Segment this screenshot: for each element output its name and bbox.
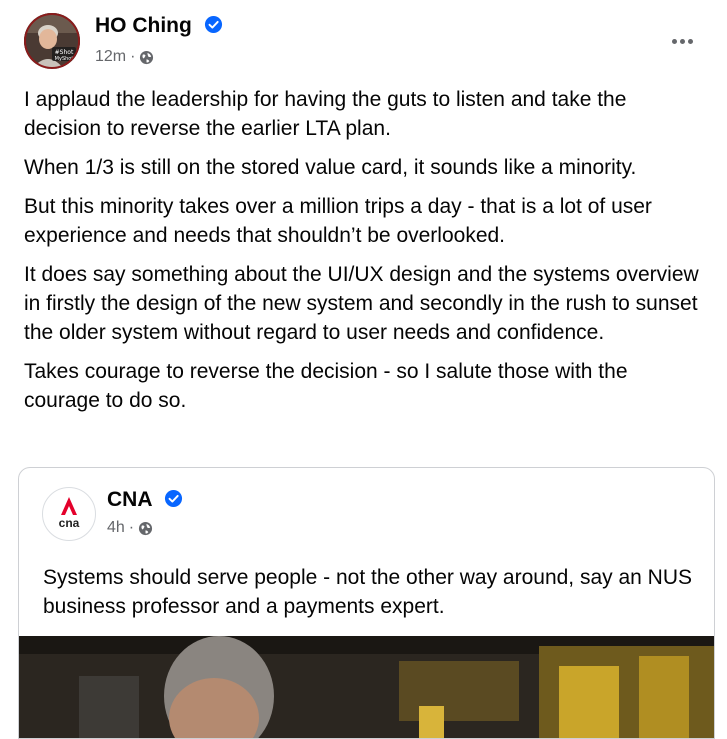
more-options-button[interactable] bbox=[664, 28, 700, 54]
meta-separator: · bbox=[128, 519, 135, 536]
dot-icon bbox=[671, 38, 677, 44]
meta-separator: · bbox=[130, 48, 136, 65]
author-avatar[interactable]: #Shot MyShot bbox=[24, 13, 80, 69]
post-meta: 12m · bbox=[95, 48, 154, 66]
shared-post-photo[interactable] bbox=[19, 636, 714, 738]
cna-logo-text: cna bbox=[59, 516, 80, 530]
globe-icon[interactable] bbox=[138, 521, 153, 536]
svg-text:#Shot: #Shot bbox=[55, 49, 74, 56]
author-name-row[interactable]: HO Ching bbox=[95, 14, 223, 38]
shared-post-card[interactable]: cna CNA 4h · Systems should serve people… bbox=[18, 467, 715, 739]
globe-icon[interactable] bbox=[139, 50, 154, 65]
shared-post-text: Systems should serve people - not the ot… bbox=[43, 566, 693, 618]
dot-icon bbox=[679, 38, 685, 44]
shared-post-timestamp[interactable]: 4h bbox=[107, 519, 125, 537]
post-body: I applaud the leadership for having the … bbox=[24, 85, 704, 425]
post-paragraph: It does say something about the UI/UX de… bbox=[24, 263, 699, 344]
cna-avatar[interactable]: cna bbox=[42, 487, 96, 541]
shared-post-image bbox=[19, 636, 714, 738]
verified-badge-icon bbox=[204, 15, 222, 34]
author-name[interactable]: HO Ching bbox=[95, 14, 192, 37]
post-paragraph: But this minority takes over a million t… bbox=[24, 195, 652, 247]
facebook-post: #Shot MyShot HO Ching 12m · I applaud th… bbox=[0, 0, 727, 739]
dot-icon bbox=[687, 38, 693, 44]
shared-author-row[interactable]: CNA bbox=[107, 488, 183, 512]
post-timestamp[interactable]: 12m bbox=[95, 48, 126, 66]
post-paragraph: I applaud the leadership for having the … bbox=[24, 88, 627, 140]
post-paragraph: Takes courage to reverse the decision - … bbox=[24, 360, 628, 412]
post-paragraph: When 1/3 is still on the stored value ca… bbox=[24, 156, 637, 179]
cna-logo-icon: cna bbox=[59, 497, 80, 530]
shared-post-meta: 4h · bbox=[107, 519, 153, 537]
author-avatar-image: #Shot MyShot bbox=[24, 13, 80, 69]
shared-author-name[interactable]: CNA bbox=[107, 488, 152, 511]
verified-badge-icon bbox=[164, 489, 182, 508]
